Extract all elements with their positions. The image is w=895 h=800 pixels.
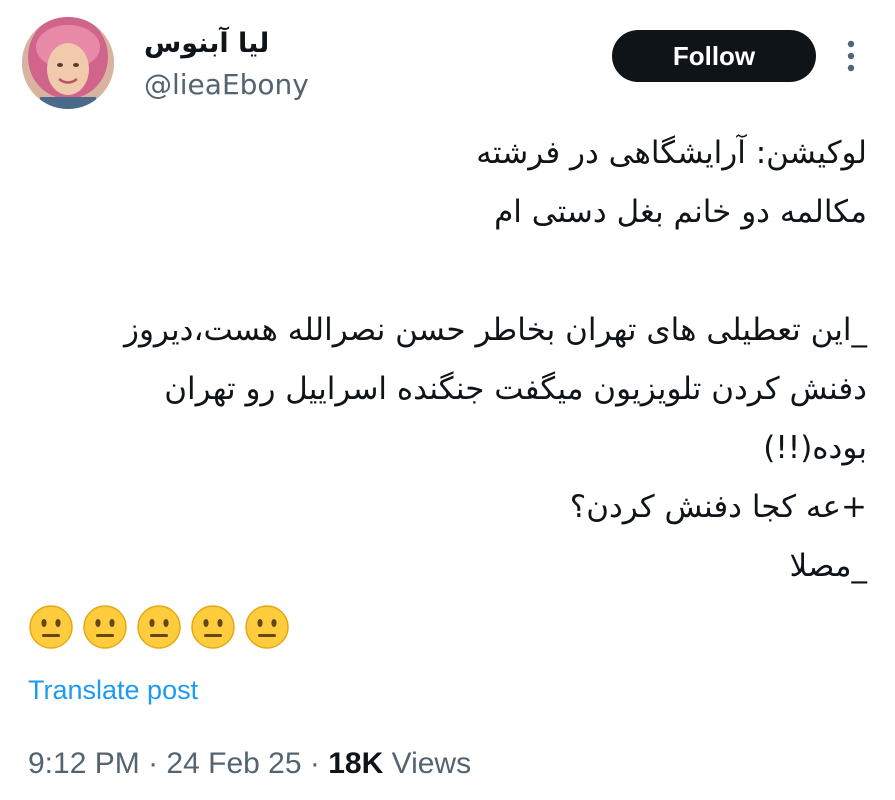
post-line-empty <box>27 242 867 301</box>
avatar-image <box>22 17 114 109</box>
translate-post-link[interactable]: Translate post <box>28 672 198 708</box>
follow-button[interactable]: Follow <box>612 30 816 82</box>
post-line: _این تعطیلی های تهران بخاطر حسن نصرالله … <box>123 312 867 348</box>
more-vertical-icon[interactable] <box>838 36 864 76</box>
post-line: مکالمه دو خانم بغل دستی ام <box>494 194 867 230</box>
post-header: لیا آبنوس @lieaEbony Follow <box>0 0 895 120</box>
post-line: _مصلا <box>789 548 868 584</box>
post-line: دفنش کردن تلویزیون میگفت جنگنده اسراییل … <box>164 371 867 407</box>
neutral-face-emoji-icon <box>191 605 235 649</box>
post-date[interactable]: 24 Feb 25 <box>166 747 301 780</box>
meta-separator: · <box>309 747 320 780</box>
emoji-row <box>28 604 290 650</box>
post-line: بوده(!!) <box>763 430 867 466</box>
post-text: لوکیشن: آرایشگاهی در فرشته مکالمه دو خان… <box>27 124 867 596</box>
post-line: +عه کجا دفنش کردن؟ <box>569 489 867 525</box>
views-label: Views <box>391 747 472 780</box>
post-line: لوکیشن: آرایشگاهی در فرشته <box>476 135 867 171</box>
neutral-face-emoji-icon <box>29 605 73 649</box>
neutral-face-emoji-icon <box>245 605 289 649</box>
author-handle[interactable]: @lieaEbony <box>144 66 309 104</box>
neutral-face-emoji-icon <box>137 605 181 649</box>
neutral-face-emoji-icon <box>83 605 127 649</box>
post-time[interactable]: 9:12 PM <box>28 747 140 780</box>
post-meta: 9:12 PM · 24 Feb 25 · 18K Views <box>28 744 471 784</box>
views-count: 18K <box>328 747 384 780</box>
author-display-name[interactable]: لیا آبنوس <box>144 26 269 62</box>
meta-separator: · <box>148 747 159 780</box>
avatar[interactable] <box>22 17 114 109</box>
